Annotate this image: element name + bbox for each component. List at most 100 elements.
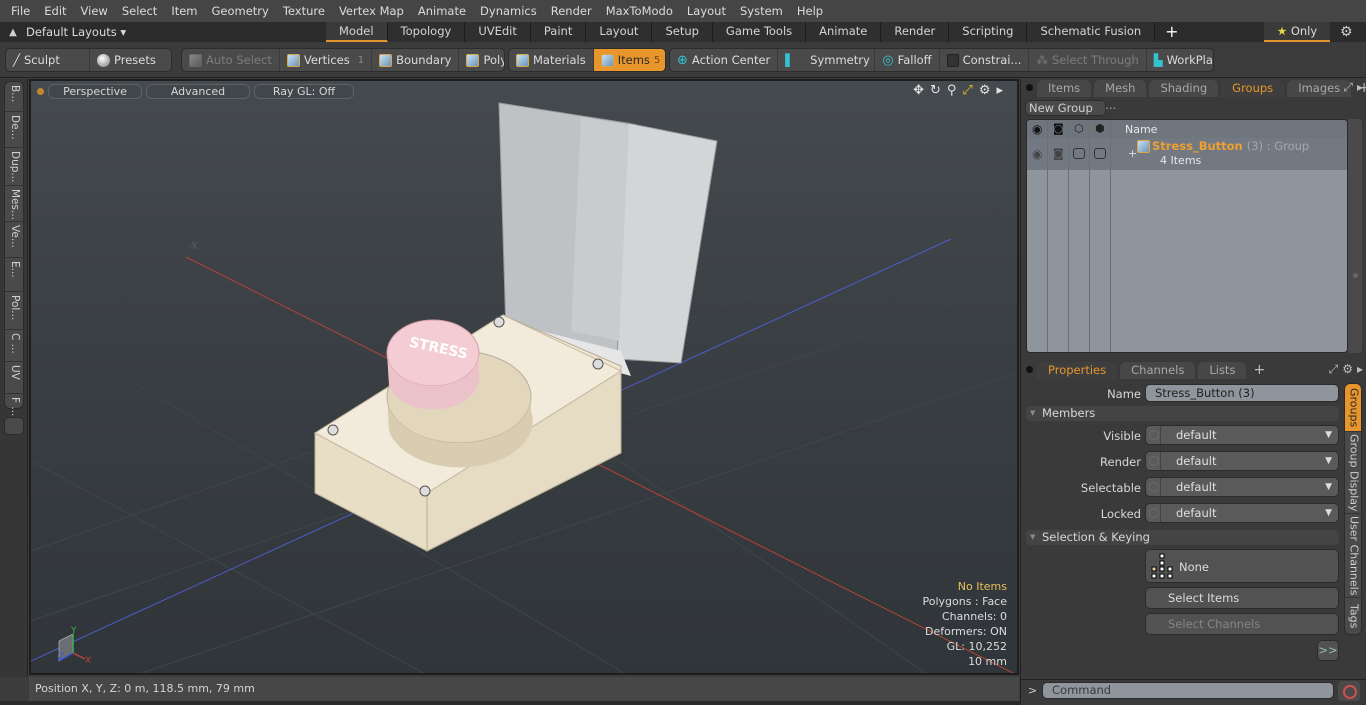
- menu-item-file[interactable]: File: [4, 0, 37, 22]
- layout-tab-schematic-fusion[interactable]: Schematic Fusion: [1027, 22, 1156, 42]
- maximize-panel-icon[interactable]: ⤢: [1343, 79, 1353, 96]
- materials-button[interactable]: Materials: [509, 49, 594, 71]
- row-select-checkbox[interactable]: [1073, 148, 1085, 159]
- member-dropdown-render[interactable]: default ▼: [1145, 451, 1339, 471]
- properties-arrow-icon[interactable]: ▸: [1357, 361, 1363, 378]
- layout-tab-paint[interactable]: Paint: [530, 22, 587, 42]
- menu-item-maxtomodo[interactable]: MaxToModo: [599, 0, 680, 22]
- properties-menu-dot[interactable]: [1026, 366, 1033, 373]
- add-layout-tab-icon[interactable]: +: [1155, 22, 1188, 42]
- collapse-arrow-icon[interactable]: ▲: [0, 27, 26, 38]
- layout-tab-model[interactable]: Model: [326, 22, 388, 42]
- select-items-button[interactable]: Select Items: [1145, 587, 1339, 609]
- left-tab[interactable]: UV: [5, 362, 25, 394]
- row-visibility-icon[interactable]: ◉: [1032, 147, 1042, 161]
- members-section[interactable]: Members: [1026, 406, 1339, 421]
- member-radio[interactable]: [1149, 456, 1159, 466]
- only-favorites-tab[interactable]: ★ Only: [1264, 22, 1330, 42]
- menu-item-edit[interactable]: Edit: [37, 0, 73, 22]
- left-tab[interactable]: C ...: [5, 330, 25, 362]
- panel-menu-dot[interactable]: [1026, 84, 1033, 91]
- side-tab-user-channels[interactable]: User Channels: [1345, 514, 1361, 598]
- gear-icon[interactable]: ⚙: [1340, 22, 1353, 42]
- layout-tab-uvedit[interactable]: UVEdit: [465, 22, 531, 42]
- menu-item-select[interactable]: Select: [115, 0, 164, 22]
- action-center-button[interactable]: ⊕ Action Center: [670, 49, 779, 71]
- expand-group-icon[interactable]: +: [1128, 147, 1137, 160]
- move-view-icon[interactable]: ✥: [913, 83, 924, 98]
- name-column-header[interactable]: Name: [1125, 123, 1157, 136]
- command-input[interactable]: Command: [1042, 682, 1334, 699]
- tab-lists[interactable]: Lists: [1198, 362, 1247, 379]
- menu-item-layout[interactable]: Layout: [680, 0, 733, 22]
- menu-item-system[interactable]: System: [733, 0, 790, 22]
- raygl-toggle[interactable]: Ray GL: Off: [254, 83, 354, 99]
- items-button[interactable]: Items 5: [593, 49, 665, 71]
- row-render-icon[interactable]: ◙: [1053, 147, 1064, 160]
- left-tab[interactable]: De...: [5, 112, 25, 148]
- member-dropdown-locked[interactable]: default ▼: [1145, 503, 1339, 523]
- viewport-gear-icon[interactable]: ⚙: [979, 83, 991, 98]
- workplane-button[interactable]: ▙WorkPlane: [1147, 49, 1213, 71]
- layout-tab-game-tools[interactable]: Game Tools: [712, 22, 807, 42]
- expand-arrow-icon[interactable]: ▸: [996, 83, 1003, 98]
- keying-none-button[interactable]: None: [1145, 549, 1339, 583]
- left-extra-tab[interactable]: [4, 417, 24, 435]
- layout-tab-setup[interactable]: Setup: [652, 22, 713, 42]
- symmetry-button[interactable]: ▌ Symmetry: [778, 49, 876, 71]
- menu-item-dynamics[interactable]: Dynamics: [473, 0, 544, 22]
- name-field[interactable]: Stress_Button (3): [1145, 384, 1339, 402]
- tab-groups[interactable]: Groups: [1221, 80, 1285, 97]
- layout-tab-render[interactable]: Render: [881, 22, 950, 42]
- tab-images[interactable]: Images: [1287, 80, 1352, 97]
- layout-tab-animate[interactable]: Animate: [806, 22, 882, 42]
- tab-properties[interactable]: Properties: [1037, 362, 1118, 379]
- zoom-view-icon[interactable]: ⚲: [947, 83, 957, 98]
- panel-arrow-icon[interactable]: ▸: [1357, 79, 1363, 96]
- group-list-scrollbar[interactable]: [1348, 119, 1362, 353]
- tab-shading[interactable]: Shading: [1149, 80, 1219, 97]
- layout-tab-scripting[interactable]: Scripting: [949, 22, 1028, 42]
- boundary-button[interactable]: Boundary: [372, 49, 460, 71]
- menu-item-render[interactable]: Render: [544, 0, 599, 22]
- left-tab[interactable]: E...: [5, 258, 25, 292]
- rotate-view-icon[interactable]: ↻: [930, 83, 941, 98]
- menu-item-help[interactable]: Help: [790, 0, 830, 22]
- perspective-dropdown[interactable]: Perspective: [48, 83, 142, 99]
- presets-button[interactable]: Presets: [90, 49, 163, 71]
- render-column-icon[interactable]: ◙: [1053, 122, 1064, 135]
- maximize-properties-icon[interactable]: ⤢: [1329, 361, 1339, 378]
- falloff-button[interactable]: ◎ Falloff: [875, 49, 940, 71]
- constraints-button[interactable]: Constrai...: [940, 49, 1030, 71]
- vertices-button[interactable]: Vertices 1: [280, 49, 373, 71]
- member-dropdown-selectable[interactable]: default ▼: [1145, 477, 1339, 497]
- side-tab-tags[interactable]: Tags: [1345, 598, 1361, 634]
- lock-column-icon[interactable]: ⬢: [1095, 122, 1105, 135]
- visibility-column-icon[interactable]: ◉: [1032, 122, 1042, 136]
- group-name[interactable]: Stress_Button (3) : Group: [1152, 139, 1309, 153]
- layout-tab-topology[interactable]: Topology: [387, 22, 466, 42]
- viewport-menu-dot[interactable]: [37, 87, 44, 95]
- member-dropdown-visible[interactable]: default ▼: [1145, 425, 1339, 445]
- select-column-icon[interactable]: ⬡: [1074, 122, 1084, 135]
- group-row[interactable]: ◉ ◙ + Stress_Button (3) : Group 4 Items: [1027, 138, 1347, 170]
- 3d-viewport[interactable]: -X STRESS Y X Z Perspective Advanced Ray…: [29, 79, 1019, 675]
- select-through-button[interactable]: ⁂ Select Through: [1029, 49, 1147, 71]
- select-channels-button[interactable]: Select Channels: [1145, 613, 1339, 635]
- shading-dropdown[interactable]: Advanced: [146, 83, 250, 99]
- menu-item-geometry[interactable]: Geometry: [205, 0, 276, 22]
- member-radio[interactable]: [1149, 508, 1159, 518]
- tab-items[interactable]: Items: [1037, 80, 1092, 97]
- menu-item-view[interactable]: View: [74, 0, 115, 22]
- properties-gear-icon[interactable]: ⚙: [1342, 361, 1353, 378]
- default-layouts-dropdown[interactable]: Default Layouts ▾: [26, 25, 326, 39]
- left-tab[interactable]: Dup...: [5, 148, 25, 186]
- layout-tab-layout[interactable]: Layout: [586, 22, 653, 42]
- add-properties-tab-icon[interactable]: +: [1249, 362, 1269, 379]
- selection-keying-section[interactable]: Selection & Keying: [1026, 530, 1339, 545]
- left-tab[interactable]: Mes...: [5, 186, 25, 222]
- new-group-button[interactable]: New Group: [1025, 100, 1106, 116]
- member-radio[interactable]: [1149, 482, 1159, 492]
- left-tab[interactable]: B...: [5, 82, 25, 112]
- left-tab[interactable]: Pol...: [5, 292, 25, 330]
